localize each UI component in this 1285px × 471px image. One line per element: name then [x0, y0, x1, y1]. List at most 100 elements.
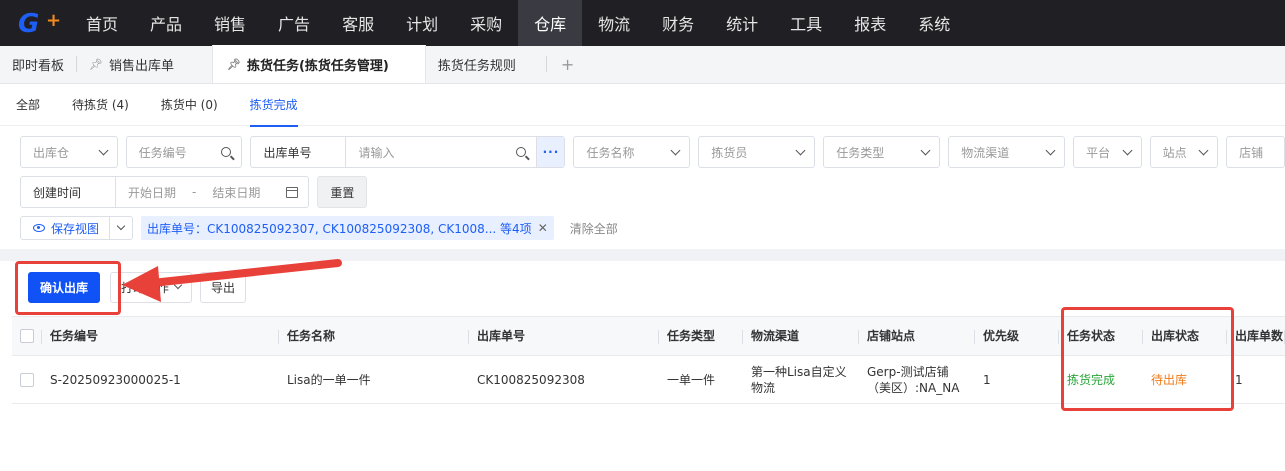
reset-button[interactable]: 重置: [317, 176, 368, 208]
nav-item-plan[interactable]: 计划: [390, 0, 454, 46]
row-select-cell: [12, 356, 42, 403]
chevron-down-icon: [1122, 145, 1133, 155]
logo-g-mark: G: [18, 9, 40, 39]
site-placeholder: 站点: [1162, 145, 1187, 160]
task-no-input[interactable]: 任务编号: [125, 136, 243, 168]
nav-item-system[interactable]: 系统: [902, 0, 966, 46]
nav-item-reports[interactable]: 报表: [838, 0, 902, 46]
header-logistics[interactable]: 物流渠道: [743, 317, 859, 355]
tab-label: 销售出库单: [108, 58, 174, 74]
filter-row-2: 创建时间 开始日期 - 结束日期 重置: [20, 176, 1285, 208]
header-out-count[interactable]: 出库单数: [1227, 317, 1285, 355]
clear-all-link[interactable]: 清除全部: [570, 220, 618, 237]
tab-label: 即时看板: [12, 58, 65, 74]
app-logo[interactable]: G +: [0, 0, 70, 46]
section-gap: [0, 249, 1285, 261]
date-separator: -: [192, 185, 197, 199]
out-order-input[interactable]: 请输入: [346, 137, 536, 167]
select-all-checkbox[interactable]: [20, 329, 34, 343]
store-placeholder: 店铺: [1239, 145, 1264, 160]
cell-out-count: 1: [1235, 372, 1243, 387]
warehouse-select-placeholder: 出库仓: [33, 145, 70, 160]
export-button[interactable]: 导出: [200, 271, 247, 303]
header-store-site[interactable]: 店铺站点: [859, 317, 975, 355]
action-toolbar: 确认出库 打印操作 导出: [0, 261, 1285, 313]
chevron-down-icon: [1198, 145, 1209, 155]
start-date-input[interactable]: 开始日期: [116, 184, 188, 201]
out-order-field-select[interactable]: 出库单号: [251, 137, 347, 167]
more-options-button[interactable]: ···: [536, 137, 565, 167]
subtab-all[interactable]: 全部: [16, 84, 40, 126]
header-task-name[interactable]: 任务名称: [279, 317, 469, 355]
nav-item-sales[interactable]: 销售: [198, 0, 262, 46]
cell-logistics: 第一种Lisa自定义物流: [751, 364, 847, 395]
end-date-input[interactable]: 结束日期: [200, 184, 272, 201]
search-icon[interactable]: [221, 147, 232, 157]
task-no-placeholder: 任务编号: [138, 145, 187, 160]
logistics-placeholder: 物流渠道: [961, 145, 1010, 160]
nav-item-product[interactable]: 产品: [134, 0, 198, 46]
nav-item-tools[interactable]: 工具: [774, 0, 838, 46]
tab-dashboard[interactable]: 即时看板: [0, 45, 76, 83]
eye-icon: [33, 224, 45, 232]
nav-item-stats[interactable]: 统计: [710, 0, 774, 46]
created-time-range: 创建时间 开始日期 - 结束日期: [20, 176, 310, 208]
chevron-down-icon: [920, 145, 931, 155]
save-view-button[interactable]: 保存视图: [21, 217, 111, 239]
cell-store-site: Gerp-测试店铺（美区）:NA_NA: [867, 364, 960, 395]
filter-row-3: 保存视图 出库单号：CK100825092307, CK100825092308…: [20, 216, 1285, 240]
tab-picking-task[interactable]: 📌︎ 拣货任务(拣货任务管理): [212, 45, 426, 83]
header-task-type[interactable]: 任务类型: [659, 317, 743, 355]
nav-item-ads[interactable]: 广告: [262, 0, 326, 46]
picker-select[interactable]: 拣货员: [698, 136, 816, 168]
calendar-icon[interactable]: [286, 186, 299, 198]
chevron-down-icon: [116, 221, 126, 231]
tab-label: 拣货任务规则: [437, 58, 516, 74]
header-out-order[interactable]: 出库单号: [469, 317, 659, 355]
nav-item-purchase[interactable]: 采购: [454, 0, 518, 46]
store-select[interactable]: 店铺: [1226, 136, 1285, 168]
header-task-no[interactable]: 任务编号: [42, 317, 279, 355]
nav-item-warehouse[interactable]: 仓库: [518, 0, 583, 46]
cell-task-name: Lisa的一单一件: [287, 372, 371, 387]
close-icon[interactable]: ✕: [538, 221, 548, 235]
chevron-down-icon: [795, 145, 806, 155]
page-tabbar: 即时看板 📌︎ 销售出库单 📌︎ 拣货任务(拣货任务管理) 拣货任务规则 +: [0, 45, 1285, 84]
created-time-field-select[interactable]: 创建时间: [21, 177, 116, 207]
pin-icon: 📌︎: [227, 57, 241, 71]
cell-task-type: 一单一件: [667, 372, 716, 387]
nav-item-home[interactable]: 首页: [70, 0, 134, 46]
chevron-down-icon: [173, 280, 183, 290]
logistics-select[interactable]: 物流渠道: [948, 136, 1066, 168]
task-type-placeholder: 任务类型: [836, 145, 885, 160]
warehouse-select[interactable]: 出库仓: [20, 136, 118, 168]
nav-item-finance[interactable]: 财务: [646, 0, 710, 46]
platform-select[interactable]: 平台: [1073, 136, 1142, 168]
platform-placeholder: 平台: [1086, 145, 1111, 160]
tab-picking-rules[interactable]: 拣货任务规则: [426, 45, 546, 83]
row-checkbox[interactable]: [20, 372, 34, 387]
subtab-pending[interactable]: 待拣货 (4): [72, 84, 129, 126]
task-type-select[interactable]: 任务类型: [823, 136, 941, 168]
out-order-search: 出库单号 请输入 ···: [250, 136, 566, 168]
header-priority[interactable]: 优先级: [975, 317, 1059, 355]
nav-item-logistics[interactable]: 物流: [582, 0, 646, 46]
nav-item-service[interactable]: 客服: [326, 0, 390, 46]
site-select[interactable]: 站点: [1149, 136, 1219, 168]
tab-sales-outbound[interactable]: 📌︎ 销售出库单: [77, 45, 186, 83]
print-actions-button[interactable]: 打印操作: [110, 271, 193, 303]
save-view-control: 保存视图: [20, 216, 134, 240]
subtab-completed[interactable]: 拣货完成: [249, 84, 298, 127]
select-all-cell: [12, 317, 42, 355]
annotation-highlight-status: [1061, 307, 1234, 411]
picker-placeholder: 拣货员: [711, 145, 748, 160]
save-view-dropdown[interactable]: [110, 221, 132, 231]
active-filter-text: 出库单号：CK100825092307, CK100825092308, CK1…: [147, 221, 532, 236]
pin-icon: 📌︎: [89, 57, 103, 71]
search-icon[interactable]: [516, 147, 527, 157]
add-tab-button[interactable]: +: [547, 45, 588, 83]
subtab-in-progress[interactable]: 拣货中 (0): [161, 84, 218, 126]
cell-priority: 1: [983, 372, 991, 387]
task-name-select[interactable]: 任务名称: [573, 136, 691, 168]
print-actions-label: 打印操作: [121, 280, 170, 295]
